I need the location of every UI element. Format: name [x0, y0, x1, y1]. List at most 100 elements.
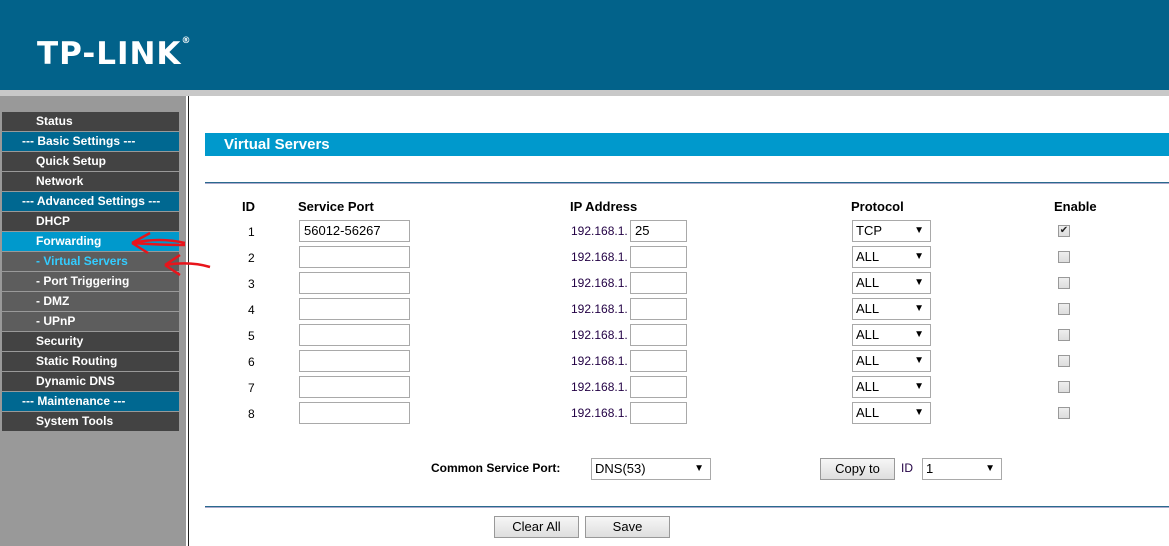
- ip-prefix: 192.168.1.: [571, 380, 628, 394]
- enable-checkbox[interactable]: [1058, 407, 1070, 419]
- dropdown-arrow-icon: ▼: [985, 463, 995, 474]
- dropdown-arrow-icon: ▼: [694, 463, 704, 474]
- sidebar-item-dmz[interactable]: - DMZ: [2, 292, 179, 311]
- protocol-value: ALL: [856, 249, 880, 264]
- ip-prefix: 192.168.1.: [571, 328, 628, 342]
- protocol-select[interactable]: ALL ▼: [852, 246, 931, 268]
- protocol-value: ALL: [856, 405, 880, 420]
- sidebar-item-security[interactable]: Security: [2, 332, 179, 351]
- protocol-value: ALL: [856, 327, 880, 342]
- sidebar-item-dynamic-dns[interactable]: Dynamic DNS: [2, 372, 179, 391]
- copy-id-value: 1: [926, 461, 934, 476]
- protocol-select[interactable]: ALL ▼: [852, 298, 931, 320]
- dropdown-arrow-icon: ▼: [914, 277, 924, 288]
- ip-prefix: 192.168.1.: [571, 276, 628, 290]
- save-button[interactable]: Save: [585, 516, 670, 538]
- dropdown-arrow-icon: ▼: [914, 303, 924, 314]
- col-header-ip-address: IP Address: [570, 199, 638, 214]
- sidebar-item-basic-settings: --- Basic Settings ---: [2, 132, 179, 151]
- ip-prefix: 192.168.1.: [571, 406, 628, 420]
- service-port-input[interactable]: [299, 402, 410, 424]
- common-service-port-value: DNS(53): [595, 461, 646, 476]
- ip-prefix: 192.168.1.: [571, 302, 628, 316]
- dropdown-arrow-icon: ▼: [914, 225, 924, 236]
- protocol-select[interactable]: ALL ▼: [852, 376, 931, 398]
- sidebar-border: [188, 96, 189, 546]
- ip-last-octet-input[interactable]: 25: [630, 220, 687, 242]
- col-header-service-port: Service Port: [298, 199, 374, 214]
- enable-checkbox[interactable]: ✔: [1058, 225, 1070, 237]
- protocol-value: ALL: [856, 353, 880, 368]
- protocol-select[interactable]: ALL ▼: [852, 350, 931, 372]
- protocol-select[interactable]: ALL ▼: [852, 324, 931, 346]
- ip-last-octet-input[interactable]: [630, 324, 687, 346]
- common-service-port-select[interactable]: DNS(53) ▼: [591, 458, 711, 480]
- sidebar-item-static-routing[interactable]: Static Routing: [2, 352, 179, 371]
- sidebar-item-upnp[interactable]: - UPnP: [2, 312, 179, 331]
- protocol-select[interactable]: ALL ▼: [852, 272, 931, 294]
- protocol-value: ALL: [856, 379, 880, 394]
- annotation-arrow-virtual-servers: [164, 253, 211, 277]
- sidebar-item-advanced-settings: --- Advanced Settings ---: [2, 192, 179, 211]
- row-id: 5: [248, 329, 255, 343]
- logo-text: TP-LINK: [37, 36, 182, 72]
- service-port-input[interactable]: 56012-56267: [299, 220, 410, 242]
- clear-all-button[interactable]: Clear All: [494, 516, 579, 538]
- dropdown-arrow-icon: ▼: [914, 381, 924, 392]
- copy-id-label: ID: [901, 461, 913, 475]
- enable-checkbox[interactable]: [1058, 251, 1070, 263]
- sidebar-item-status[interactable]: Status: [2, 112, 179, 131]
- header-banner: TP-LINK®: [0, 0, 1169, 90]
- annotation-arrows: [131, 231, 211, 277]
- enable-checkbox[interactable]: [1058, 303, 1070, 315]
- enable-checkbox[interactable]: [1058, 381, 1070, 393]
- sidebar-item-quick-setup[interactable]: Quick Setup: [2, 152, 179, 171]
- ip-prefix: 192.168.1.: [571, 224, 628, 238]
- dropdown-arrow-icon: ▼: [914, 407, 924, 418]
- dropdown-arrow-icon: ▼: [914, 251, 924, 262]
- row-id: 4: [248, 303, 255, 317]
- col-header-id: ID: [242, 199, 255, 214]
- col-header-enable: Enable: [1054, 199, 1097, 214]
- service-port-input[interactable]: [299, 350, 410, 372]
- page-title: Virtual Servers: [205, 133, 1169, 156]
- logo-mark: ®: [181, 36, 192, 46]
- ip-last-octet-input[interactable]: [630, 402, 687, 424]
- tp-link-logo: TP-LINK®: [37, 36, 191, 72]
- enable-checkbox[interactable]: [1058, 329, 1070, 341]
- protocol-value: ALL: [856, 301, 880, 316]
- row-id: 1: [248, 225, 255, 239]
- row-id: 3: [248, 277, 255, 291]
- copy-to-button[interactable]: Copy to: [820, 458, 895, 480]
- ip-last-octet-input[interactable]: [630, 298, 687, 320]
- protocol-select[interactable]: TCP ▼: [852, 220, 931, 242]
- dropdown-arrow-icon: ▼: [914, 355, 924, 366]
- service-port-input[interactable]: [299, 324, 410, 346]
- service-port-input[interactable]: [299, 246, 410, 268]
- sidebar-item-network[interactable]: Network: [2, 172, 179, 191]
- service-port-input[interactable]: [299, 376, 410, 398]
- service-port-input[interactable]: [299, 298, 410, 320]
- row-id: 7: [248, 381, 255, 395]
- enable-checkbox[interactable]: [1058, 277, 1070, 289]
- copy-id-select[interactable]: 1 ▼: [922, 458, 1002, 480]
- sidebar-item-maintenance: --- Maintenance ---: [2, 392, 179, 411]
- ip-last-octet-input[interactable]: [630, 376, 687, 398]
- protocol-select[interactable]: ALL ▼: [852, 402, 931, 424]
- ip-prefix: 192.168.1.: [571, 354, 628, 368]
- dropdown-arrow-icon: ▼: [914, 329, 924, 340]
- sidebar-item-system-tools[interactable]: System Tools: [2, 412, 179, 431]
- protocol-value: TCP: [856, 223, 882, 238]
- ip-last-octet-input[interactable]: [630, 246, 687, 268]
- ip-last-octet-input[interactable]: [630, 350, 687, 372]
- annotation-arrow-forwarding: [131, 231, 186, 255]
- enable-checkbox[interactable]: [1058, 355, 1070, 367]
- row-id: 2: [248, 251, 255, 265]
- service-port-input[interactable]: [299, 272, 410, 294]
- divider-top: [205, 182, 1169, 184]
- common-service-port-label: Common Service Port:: [431, 461, 561, 475]
- ip-prefix: 192.168.1.: [571, 250, 628, 264]
- row-id: 8: [248, 407, 255, 421]
- protocol-value: ALL: [856, 275, 880, 290]
- ip-last-octet-input[interactable]: [630, 272, 687, 294]
